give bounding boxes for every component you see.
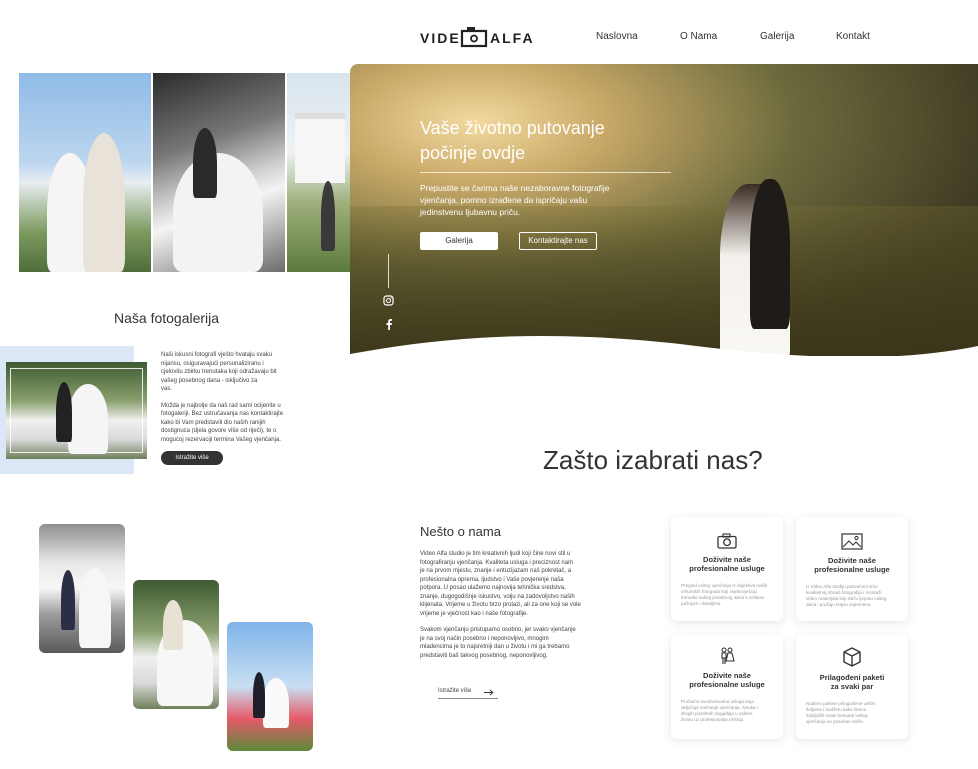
hero-title-line2: počinje ovdje xyxy=(420,143,526,163)
logo-text-left: VIDE xyxy=(420,30,461,46)
box-icon xyxy=(843,647,861,667)
gallery-photo-gazebo xyxy=(287,73,350,272)
gallery-p2-line: kako bi Vam predstavili dio naših raniji… xyxy=(161,419,266,426)
about-photo-stairs xyxy=(39,524,125,653)
nav-about[interactable]: O Nama xyxy=(680,31,717,42)
gallery-photo-church xyxy=(19,73,151,272)
about-photo-bench xyxy=(133,580,219,709)
gallery-button[interactable]: Galerija xyxy=(420,232,498,250)
card-title-line2: profesionalne usluge xyxy=(689,564,765,573)
camera-logo-icon xyxy=(460,27,488,48)
facebook-icon[interactable] xyxy=(385,318,393,330)
about-p1-line: potpora. U posao ulažemo najnovija tehni… xyxy=(420,585,566,591)
card-text-line: dana i pružaju trajnu uspomenu. xyxy=(806,602,872,607)
card-text-line: vjenčanja na poseban način. xyxy=(806,719,865,724)
image-icon xyxy=(841,533,863,550)
service-card: Doživite naše profesionalne usluge Pružam… xyxy=(671,635,783,739)
card-title-line1: Prilagođeni paketi xyxy=(819,673,885,682)
hero-description: Prepustite se čarima naše nezaboravne fo… xyxy=(420,182,609,218)
nav-gallery[interactable]: Galerija xyxy=(760,31,794,42)
gallery-p1-line: cjelovitu zbirku trenutaka koji odražava… xyxy=(161,369,277,375)
service-card: Doživite naše profesionalne usluge U Vide… xyxy=(796,517,908,621)
nav-home[interactable]: Naslovna xyxy=(596,31,638,42)
card-title-line1: Doživite naše xyxy=(703,671,751,680)
logo-text-right: ALFA xyxy=(490,30,535,46)
about-p2-line: mladencima je to najsretniji dan u život… xyxy=(420,644,570,650)
about-p1-line: profesionalna oprema, ljudstvo i Vaše po… xyxy=(420,576,564,583)
card-text-line: životu uz profesionalan pristup. xyxy=(681,717,745,722)
hero-text-line1: Prepustite se čarima naše nezaboravne fo… xyxy=(420,183,610,193)
gallery-p1-line: nijansu, osiguravajući personaliziranu i xyxy=(161,360,264,367)
gallery-description: Naši iskusni fotografi vješto hvataju sv… xyxy=(161,351,321,444)
about-p2-line: predstaviti baš takvog posebnog, neponov… xyxy=(420,652,548,659)
gallery-explore-button[interactable]: Istražite više xyxy=(161,451,223,465)
gallery-section-title: Naša fotogalerija xyxy=(114,310,220,326)
about-p1-line: klijenata. Vrijeme u životu brzo prolazi… xyxy=(420,602,581,608)
card-title-line2: profesionalne usluge xyxy=(814,565,890,574)
about-link-label: Istražite više xyxy=(438,688,472,694)
about-p1-line: Video Alfa studio je tim kreativnih ljud… xyxy=(420,551,571,557)
about-p1-line: je na prvom mjestu, znanje i entuzijazam… xyxy=(420,568,572,574)
contact-button[interactable]: Kontaktirajte nas xyxy=(519,232,597,250)
hero-title-line1: Vaše životno putovanje xyxy=(420,118,605,138)
about-description: Video Alfa studio je tim kreativnih ljud… xyxy=(420,550,625,660)
gallery-p2-line: fotogaleriji. Bez ustručavanja nas konta… xyxy=(161,411,284,417)
gallery-p1-line: Naši iskusni fotografi vješto hvataju sv… xyxy=(161,352,273,358)
camera-icon xyxy=(717,533,737,549)
card-text-line: pažnjom i detaljima. xyxy=(681,601,722,606)
about-p1-line: vrijeme je vječnost kao i naše fotografi… xyxy=(420,610,529,617)
about-p2-line: Svakom vjenčanju pristupamo osobno, jer … xyxy=(420,627,576,633)
hero-text-line3: jedinstvenu ljubavnu priču. xyxy=(420,207,521,217)
about-title: Nešto o nama xyxy=(420,524,501,539)
logo[interactable]: VIDE ALFA xyxy=(420,26,540,48)
gallery-p2-line: Možda je najbolje da naš rad sami ocijen… xyxy=(161,402,281,409)
card-title-line1: Doživite naše xyxy=(828,556,876,565)
about-explore-link[interactable]: Istražite više xyxy=(438,687,498,699)
instagram-icon[interactable] xyxy=(383,295,394,306)
about-photo-flowers xyxy=(227,622,313,751)
hero-wave-divider xyxy=(350,335,978,370)
about-p1-line: fotografiranju vjenčanja. Kvaliteta uslu… xyxy=(420,559,574,566)
service-card: Doživite naše profesionalne usluge Pregle… xyxy=(671,517,783,621)
gallery-p2-line: dostignuća (djela govore više od riječi)… xyxy=(161,428,277,434)
gallery-p2-line: mogućoj rezervaciji termina Vašeg vjenča… xyxy=(161,436,281,443)
arrow-right-icon xyxy=(484,689,494,696)
card-title-line1: Doživite naše xyxy=(703,555,751,564)
service-card: Prilagođeni paketi za svaki par Nudimo pa… xyxy=(796,635,908,739)
hero-banner: Vaše životno putovanje počinje ovdje Pre… xyxy=(350,64,978,356)
hero-text-line2: vjenčanja, pomno izrađene da ispričaju v… xyxy=(420,195,588,205)
about-p2-line: je na svoj način posebno i neponovljivo,… xyxy=(420,635,549,642)
gallery-photo-bw xyxy=(153,73,285,272)
gallery-photo-bridge xyxy=(6,362,147,459)
why-section-title: Zašto izabrati nas? xyxy=(543,445,763,475)
hero-title: Vaše životno putovanje počinje ovdje xyxy=(420,116,605,166)
gallery-p1-line: vas. xyxy=(161,386,173,392)
nav-contact[interactable]: Kontakt xyxy=(836,31,870,42)
card-title-line2: profesionalne usluge xyxy=(689,680,765,689)
card-title-line2: za svaki par xyxy=(830,682,874,691)
about-p1-line: znanje, dugogodišnje iskustvo, volju na … xyxy=(420,593,575,600)
couple-icon xyxy=(721,647,735,664)
gallery-p1-line: vašeg posebnog dana - isključivo za xyxy=(161,377,258,384)
